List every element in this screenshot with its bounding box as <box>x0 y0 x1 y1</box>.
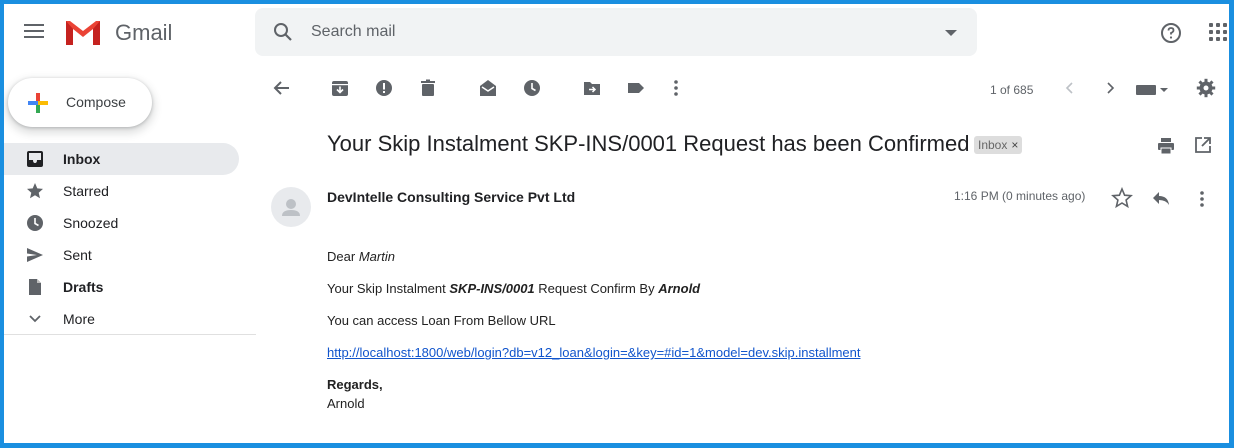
sidebar-item-starred[interactable]: Starred <box>4 175 239 207</box>
sidebar-item-snoozed[interactable]: Snoozed <box>4 207 239 239</box>
more-vert-icon[interactable] <box>666 78 686 98</box>
mark-unread-icon[interactable] <box>478 78 498 98</box>
sidebar-item-label: Starred <box>63 183 109 199</box>
sender-avatar[interactable] <box>271 187 311 227</box>
chevron-down-icon <box>29 315 41 323</box>
report-spam-icon[interactable] <box>374 78 394 98</box>
gmail-logo-icon[interactable] <box>64 17 102 47</box>
search-options-icon[interactable] <box>945 30 957 36</box>
help-circle-icon[interactable] <box>1159 21 1183 45</box>
compose-button[interactable]: Compose <box>8 78 152 127</box>
back-arrow-icon[interactable] <box>272 78 292 98</box>
inbox-label-chip[interactable]: Inbox × <box>974 136 1023 154</box>
label-icon[interactable] <box>626 78 646 98</box>
recipient-name: Martin <box>358 249 395 264</box>
newer-chevron-icon[interactable] <box>1064 82 1076 94</box>
snooze-icon[interactable] <box>522 78 542 98</box>
inbox-icon <box>27 151 43 167</box>
sidebar-item-more[interactable]: More <box>4 303 239 335</box>
move-to-icon[interactable] <box>582 78 602 98</box>
message-timestamp: 1:16 PM (0 minutes ago) <box>954 189 1086 203</box>
archive-icon[interactable] <box>330 78 350 98</box>
draft-icon <box>29 279 41 295</box>
send-icon <box>27 248 43 262</box>
app-name[interactable]: Gmail <box>115 20 172 46</box>
greeting-prefix: Dear <box>327 249 356 264</box>
sidebar-item-inbox[interactable]: Inbox <box>4 143 239 175</box>
email-subject: Your Skip Instalment SKP-INS/0001 Reques… <box>327 131 970 156</box>
sidebar-nav: Inbox Starred Snoozed Sent Drafts More <box>4 143 260 335</box>
url-line: http://localhost:1800/web/login?db=v12_l… <box>327 345 860 360</box>
sidebar-divider <box>4 334 256 335</box>
reference-number: SKP-INS/0001 <box>449 281 535 296</box>
input-tools-caret-icon[interactable] <box>1160 88 1168 92</box>
line2-prefix: Your Skip Instalment <box>327 281 446 296</box>
sidebar-item-sent[interactable]: Sent <box>4 239 239 271</box>
clock-icon <box>27 215 43 231</box>
apps-grid-icon[interactable] <box>1209 23 1227 41</box>
greeting-line: Dear Martin <box>327 249 395 264</box>
sidebar-item-drafts[interactable]: Drafts <box>4 271 239 303</box>
confirmed-by-name: Arnold <box>658 281 701 296</box>
search-bar[interactable]: Search mail <box>255 8 977 56</box>
message-toolbar: 1 of 685 <box>260 68 1229 108</box>
access-line: You can access Loan From Bellow URL <box>327 313 556 328</box>
open-in-new-window-icon[interactable] <box>1194 136 1212 154</box>
print-icon[interactable] <box>1156 136 1176 156</box>
delete-icon[interactable] <box>418 78 438 98</box>
plus-icon <box>28 93 48 113</box>
loan-url-link[interactable]: http://localhost:1800/web/login?db=v12_l… <box>327 345 860 360</box>
label-chip-text: Inbox <box>978 138 1008 152</box>
pagination-count: 1 of 685 <box>990 83 1034 97</box>
settings-icon[interactable] <box>1196 78 1216 98</box>
sidebar-item-label: Inbox <box>63 151 101 167</box>
star-outline-icon[interactable] <box>1111 187 1133 209</box>
line2-middle: Request Confirm By <box>538 281 655 296</box>
compose-label: Compose <box>66 94 126 110</box>
search-icon[interactable] <box>271 20 295 44</box>
sidebar-item-label: More <box>63 311 95 327</box>
main-menu-icon[interactable] <box>22 21 46 43</box>
sidebar-item-label: Snoozed <box>63 215 119 231</box>
regards-text: Regards, <box>327 377 383 392</box>
keyboard-icon[interactable] <box>1136 85 1156 95</box>
regards-line: Regards, <box>327 377 383 392</box>
star-icon <box>27 183 43 199</box>
confirmation-line: Your Skip Instalment SKP-INS/0001 Reques… <box>327 281 700 296</box>
remove-label-icon[interactable]: × <box>1011 138 1018 152</box>
signature-line: Arnold <box>327 396 365 411</box>
person-icon <box>282 199 300 216</box>
sidebar-item-label: Drafts <box>63 279 104 295</box>
sidebar-item-label: Sent <box>63 247 92 263</box>
top-header: Gmail Search mail <box>4 4 1229 60</box>
sender-name[interactable]: DevIntelle Consulting Service Pvt Ltd <box>327 189 575 205</box>
gmail-window: Gmail Search mail Compose Inbox Starred … <box>4 4 1229 443</box>
older-chevron-icon[interactable] <box>1104 82 1116 94</box>
message-more-vert-icon[interactable] <box>1196 189 1208 209</box>
reply-icon[interactable] <box>1150 187 1172 209</box>
search-input[interactable]: Search mail <box>311 23 395 41</box>
